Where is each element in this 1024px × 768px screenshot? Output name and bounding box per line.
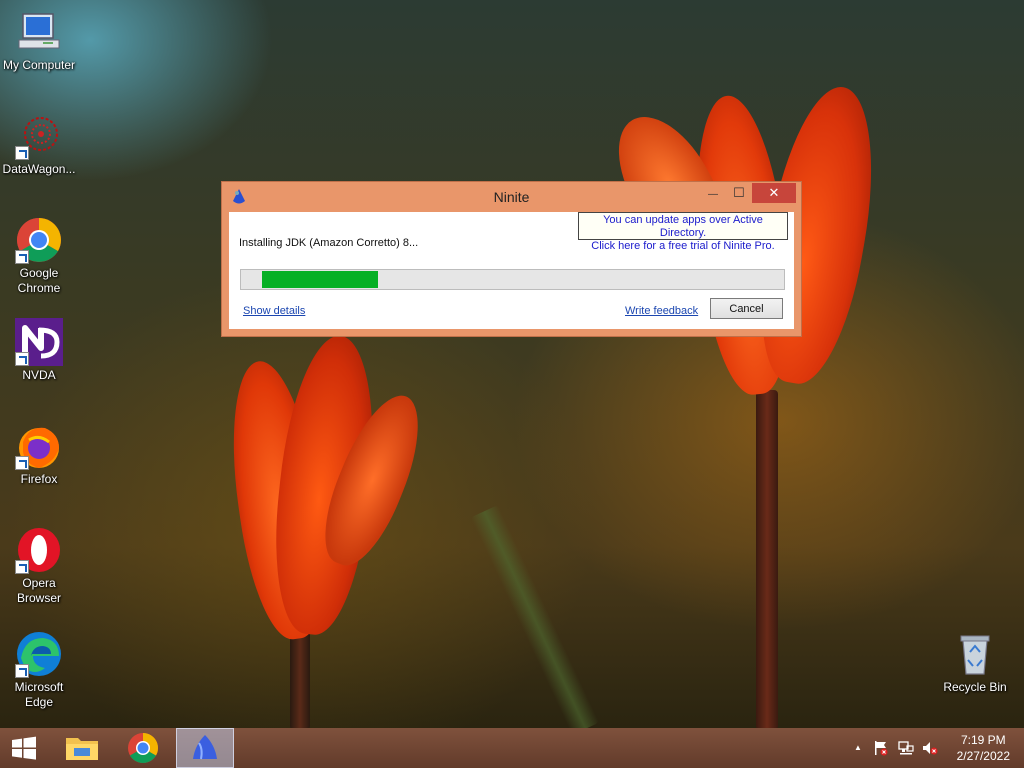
- progress-fill: [262, 271, 378, 288]
- desktop-icon-recycle-bin[interactable]: Recycle Bin: [936, 630, 1014, 695]
- show-details-link[interactable]: Show details: [243, 305, 305, 317]
- start-button[interactable]: [0, 728, 48, 768]
- datawagon-icon: [15, 112, 63, 160]
- shortcut-arrow-icon: [15, 352, 29, 366]
- desktop-icon-my-computer[interactable]: My Computer: [0, 8, 78, 73]
- close-button[interactable]: ✕: [752, 183, 796, 203]
- shortcut-arrow-icon: [15, 250, 29, 264]
- clock-date: 2/27/2022: [956, 749, 1010, 763]
- write-feedback-link[interactable]: Write feedback: [625, 305, 698, 317]
- ninite-client-area: You can update apps over Active Director…: [229, 212, 794, 329]
- grass-blade: [470, 504, 600, 728]
- shortcut-arrow-icon: [15, 560, 29, 574]
- windows-logo-icon: [12, 736, 36, 760]
- desktop-icon-nvda[interactable]: NVDA: [0, 318, 78, 383]
- desktop-icon-label: Firefox: [20, 472, 58, 486]
- desktop-icon-opera[interactable]: Opera Browser: [0, 526, 78, 606]
- maximize-icon: ☐: [733, 185, 745, 200]
- install-status-text: Installing JDK (Amazon Corretto) 8...: [239, 237, 419, 249]
- cancel-button[interactable]: Cancel: [710, 298, 783, 319]
- network-icon[interactable]: [898, 740, 914, 756]
- volume-muted-icon[interactable]: [922, 740, 938, 756]
- taskbar-ninite[interactable]: [176, 728, 234, 768]
- desktop-icon-label: Google Chrome: [17, 266, 61, 295]
- desktop-icon-label: Recycle Bin: [943, 680, 1007, 694]
- ninite-pro-promo[interactable]: You can update apps over Active Director…: [578, 212, 788, 252]
- action-center-flag-icon[interactable]: [873, 740, 889, 756]
- edge-icon: [15, 630, 63, 678]
- minimize-icon: —: [708, 189, 718, 200]
- taskbar-file-explorer[interactable]: [54, 728, 112, 768]
- taskbar-clock[interactable]: 7:19 PM 2/27/2022: [957, 732, 1010, 764]
- desktop-icon-label: NVDA: [22, 368, 56, 382]
- minimize-button[interactable]: —: [700, 183, 726, 203]
- my-computer-icon: [15, 8, 63, 56]
- tulip-stem-right: [756, 390, 778, 728]
- desktop-icon-label: Microsoft Edge: [14, 680, 64, 709]
- shortcut-arrow-icon: [15, 664, 29, 678]
- firefox-icon: [15, 422, 63, 470]
- show-hidden-icons-button[interactable]: ▲: [850, 740, 866, 756]
- chrome-icon: [15, 216, 63, 264]
- desktop: My Computer DataWagon... Google Chrome N…: [0, 0, 1024, 728]
- nvda-icon: [15, 318, 63, 366]
- ninite-icon: [193, 735, 217, 760]
- clock-time: 7:19 PM: [960, 733, 1006, 747]
- ninite-title-bar[interactable]: Ninite — ☐ ✕: [222, 182, 801, 212]
- desktop-icon-google-chrome[interactable]: Google Chrome: [0, 216, 78, 296]
- desktop-icon-microsoft-edge[interactable]: Microsoft Edge: [0, 630, 78, 710]
- taskbar-google-chrome[interactable]: [114, 728, 172, 768]
- desktop-icon-label: Opera Browser: [16, 576, 61, 605]
- chrome-icon: [128, 733, 159, 764]
- desktop-icon-datawagon[interactable]: DataWagon...: [0, 112, 78, 177]
- desktop-icon-firefox[interactable]: Firefox: [0, 422, 78, 487]
- ninite-window: Ninite — ☐ ✕ You can update apps over Ac…: [221, 181, 802, 337]
- shortcut-arrow-icon: [15, 456, 29, 470]
- maximize-button[interactable]: ☐: [726, 183, 752, 203]
- desktop-icon-label: My Computer: [2, 58, 76, 72]
- taskbar: ▲ 7:19 PM 2/27/2022: [0, 728, 1024, 768]
- opera-icon: [15, 526, 63, 574]
- promo-line-2: Click here for a free trial of Ninite Pr…: [591, 240, 775, 252]
- promo-line-1: You can update apps over Active Director…: [603, 214, 763, 239]
- file-explorer-icon: [66, 738, 98, 760]
- install-progress-bar: [240, 269, 785, 290]
- close-icon: ✕: [768, 185, 780, 200]
- shortcut-arrow-icon: [15, 146, 29, 160]
- desktop-icon-label: DataWagon...: [2, 162, 76, 176]
- recycle-bin-icon: [951, 630, 999, 678]
